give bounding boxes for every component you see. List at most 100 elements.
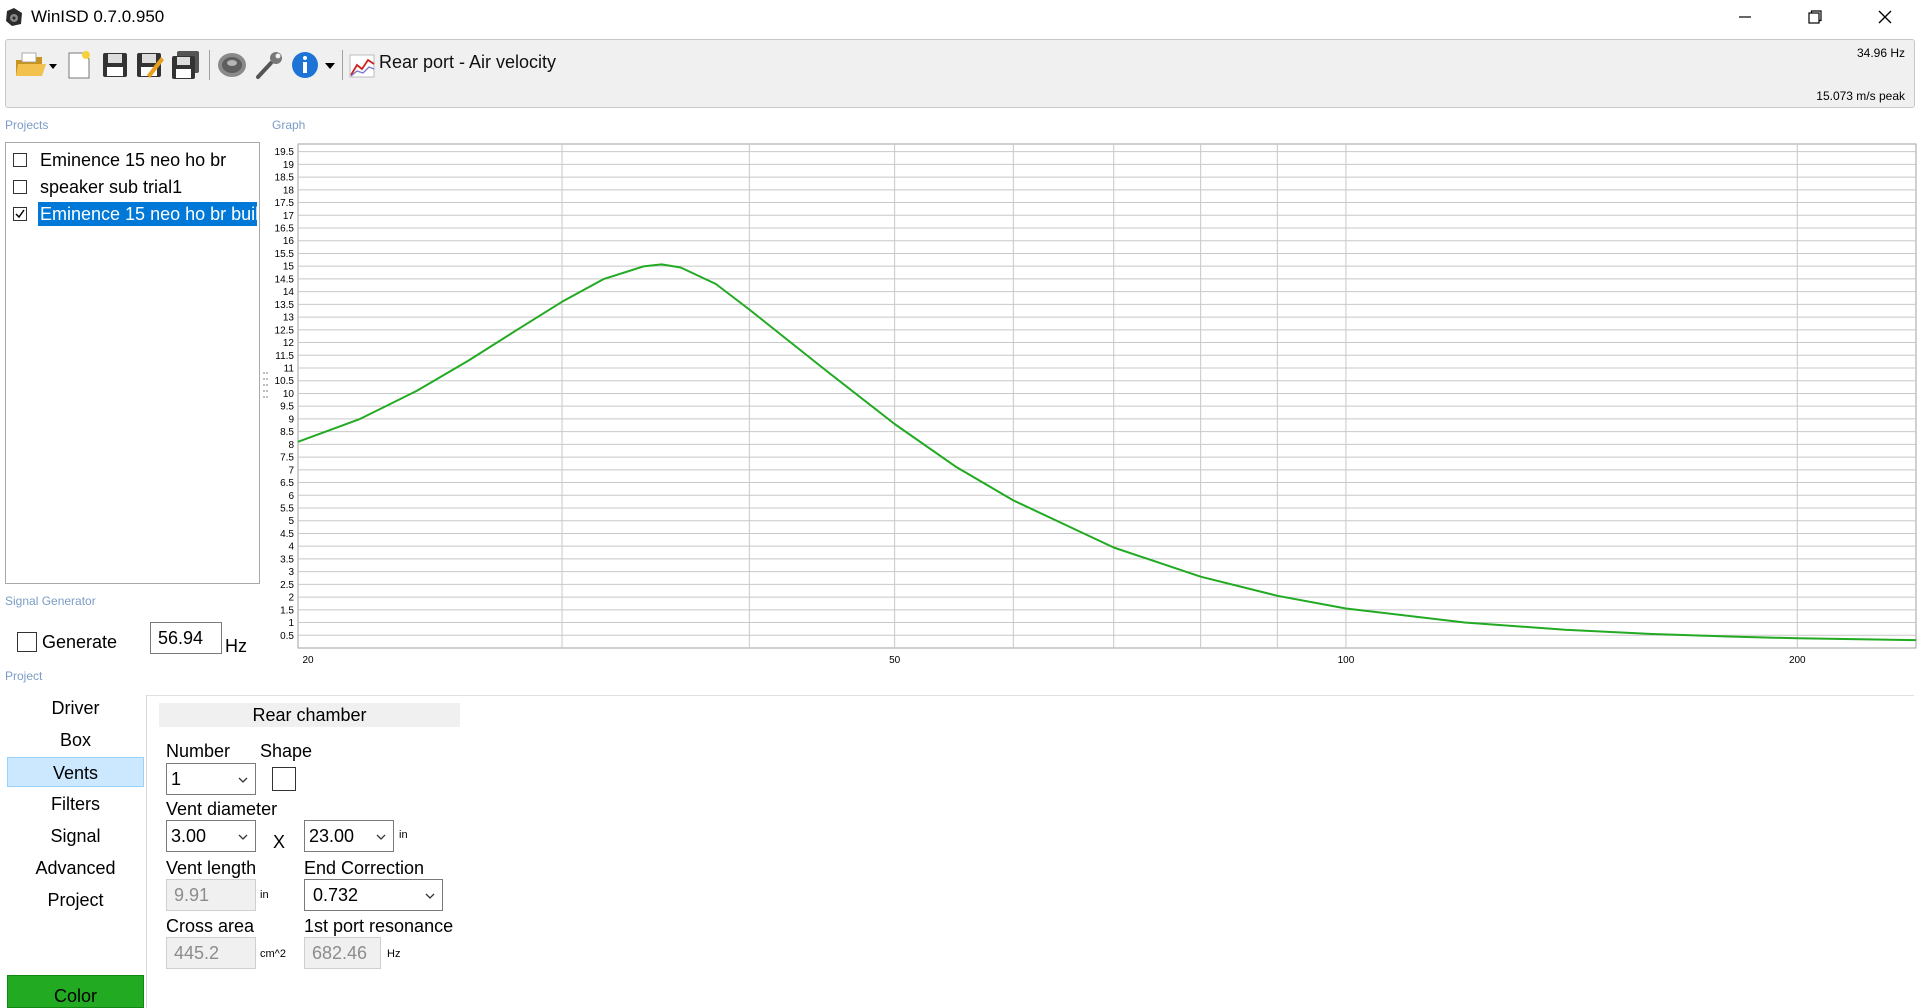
- project-item[interactable]: Eminence 15 neo ho br: [6, 147, 259, 173]
- x-tick-label: 20: [302, 655, 314, 666]
- y-tick-label: 15.5: [275, 249, 295, 260]
- y-tick-label: 13.5: [275, 300, 295, 311]
- vent-second-dimension-value: 23.00: [309, 826, 355, 846]
- y-tick-label: 12.5: [275, 325, 295, 336]
- y-tick-label: 11: [284, 364, 295, 375]
- floppy-multi-icon: [172, 51, 199, 79]
- cursor-value-readout: 15.073 m/s peak: [1816, 89, 1905, 103]
- project-item[interactable]: Eminence 15 neo ho br buil: [6, 201, 259, 227]
- nav-item-signal[interactable]: Signal: [7, 821, 144, 851]
- y-tick-label: 9: [288, 414, 294, 425]
- save-button[interactable]: [99, 48, 131, 82]
- y-tick-label: 19.5: [275, 147, 295, 158]
- tab-rear-chamber[interactable]: Rear chamber: [159, 703, 460, 727]
- vent-second-dimension-select[interactable]: 23.00: [304, 820, 394, 852]
- x-tick-label: 50: [889, 655, 901, 666]
- save-as-button[interactable]: [134, 48, 166, 82]
- y-tick-label: 10.5: [275, 376, 295, 387]
- chevron-down-icon: [238, 834, 248, 840]
- y-tick-label: 17.5: [275, 198, 295, 209]
- chevron-down-icon: [238, 777, 248, 783]
- y-tick-label: 5: [288, 516, 294, 527]
- y-tick-label: 15: [283, 262, 295, 273]
- vent-length-label: Vent length: [166, 858, 257, 878]
- y-tick-label: 18: [283, 185, 295, 196]
- project-item[interactable]: speaker sub trial1: [6, 174, 259, 200]
- y-tick-label: 12: [283, 338, 295, 349]
- shape-checkbox[interactable]: [272, 767, 296, 791]
- y-tick-label: 19: [283, 160, 295, 171]
- nav-item-filters[interactable]: Filters: [7, 789, 144, 819]
- vent-diameter-select[interactable]: 3.00: [166, 820, 256, 852]
- project-label: Eminence 15 neo ho br: [40, 150, 227, 170]
- speaker-driver-icon: [218, 53, 246, 77]
- title-bar: WinISD 0.7.0.950: [0, 0, 1920, 34]
- chevron-down-icon: [425, 893, 435, 899]
- cross-area-field: 445.2: [166, 937, 256, 969]
- restore-icon: [1808, 10, 1822, 24]
- y-tick-label: 3: [288, 567, 294, 578]
- port-resonance-unit: Hz: [387, 948, 401, 960]
- nav-item-advanced[interactable]: Advanced: [7, 853, 144, 883]
- minimize-icon: [1739, 16, 1751, 18]
- y-tick-label: 18.5: [275, 173, 295, 184]
- y-tick-label: 6.5: [280, 478, 294, 489]
- y-tick-label: 5.5: [280, 504, 294, 515]
- projects-list[interactable]: Eminence 15 neo ho br speaker sub trial1…: [5, 142, 260, 584]
- project-label: Eminence 15 neo ho br buil: [38, 202, 257, 226]
- shape-label: Shape: [260, 741, 313, 761]
- floppy-edit-icon: [137, 53, 164, 78]
- y-tick-label: 10: [283, 389, 295, 400]
- number-select[interactable]: 1: [166, 763, 256, 795]
- info-button[interactable]: [290, 48, 338, 82]
- floppy-save-icon: [103, 53, 127, 77]
- toolbar-separator: [209, 50, 210, 80]
- open-button[interactable]: [13, 48, 59, 82]
- y-tick-label: 9.5: [280, 402, 294, 413]
- y-tick-label: 16.5: [275, 224, 295, 235]
- y-tick-label: 7: [288, 465, 294, 476]
- nav-item-box[interactable]: Box: [7, 725, 144, 755]
- project-checkbox[interactable]: [13, 153, 27, 167]
- nav-item-vents[interactable]: Vents: [7, 757, 144, 787]
- generate-checkbox[interactable]: [17, 632, 37, 652]
- end-correction-value: 0.732: [313, 885, 359, 905]
- driver-editor-button[interactable]: [215, 48, 249, 82]
- graph-section-label: Graph: [272, 118, 306, 132]
- close-button[interactable]: [1850, 0, 1920, 34]
- restore-button[interactable]: [1780, 0, 1850, 34]
- y-tick-label: 8: [288, 440, 294, 451]
- graph-type-label[interactable]: Rear port - Air velocity: [379, 52, 556, 73]
- toolbar: Rear port - Air velocity 34.96 Hz 15.073…: [5, 39, 1915, 108]
- y-tick-label: 4: [288, 542, 294, 553]
- end-correction-label: End Correction: [304, 858, 425, 878]
- y-tick-label: 16: [283, 236, 295, 247]
- minimize-button[interactable]: [1710, 0, 1780, 34]
- color-button[interactable]: Color: [7, 975, 144, 1008]
- air-velocity-graph[interactable]: 0.511.522.533.544.555.566.577.588.599.51…: [268, 142, 1918, 670]
- y-tick-label: 11.5: [275, 351, 294, 362]
- generator-frequency-input[interactable]: [150, 622, 222, 654]
- new-button[interactable]: [64, 48, 94, 82]
- vent-length-field: 9.91: [166, 879, 256, 911]
- vents-panel: [146, 695, 1914, 1008]
- project-checkbox[interactable]: [13, 180, 27, 194]
- generate-label: Generate: [42, 632, 118, 652]
- project-checkbox[interactable]: [13, 207, 27, 221]
- x-tick-label: 100: [1338, 655, 1355, 666]
- graph-type-button[interactable]: [347, 48, 377, 82]
- cursor-frequency-readout: 34.96 Hz: [1856, 46, 1905, 60]
- cross-area-label: Cross area: [166, 916, 255, 936]
- end-correction-select[interactable]: 0.732: [304, 879, 443, 911]
- projects-section-label: Projects: [5, 118, 49, 132]
- y-tick-label: 7.5: [280, 453, 294, 464]
- nav-item-driver[interactable]: Driver: [7, 693, 144, 723]
- nav-item-project[interactable]: Project: [7, 885, 144, 915]
- y-tick-label: 2: [288, 593, 294, 604]
- tools-button[interactable]: [253, 48, 287, 82]
- y-tick-label: 14: [283, 287, 295, 298]
- save-all-button[interactable]: [169, 48, 203, 82]
- vent-length-unit: in: [260, 889, 269, 901]
- toolbar-separator: [342, 50, 343, 80]
- window-title: WinISD 0.7.0.950: [31, 7, 165, 26]
